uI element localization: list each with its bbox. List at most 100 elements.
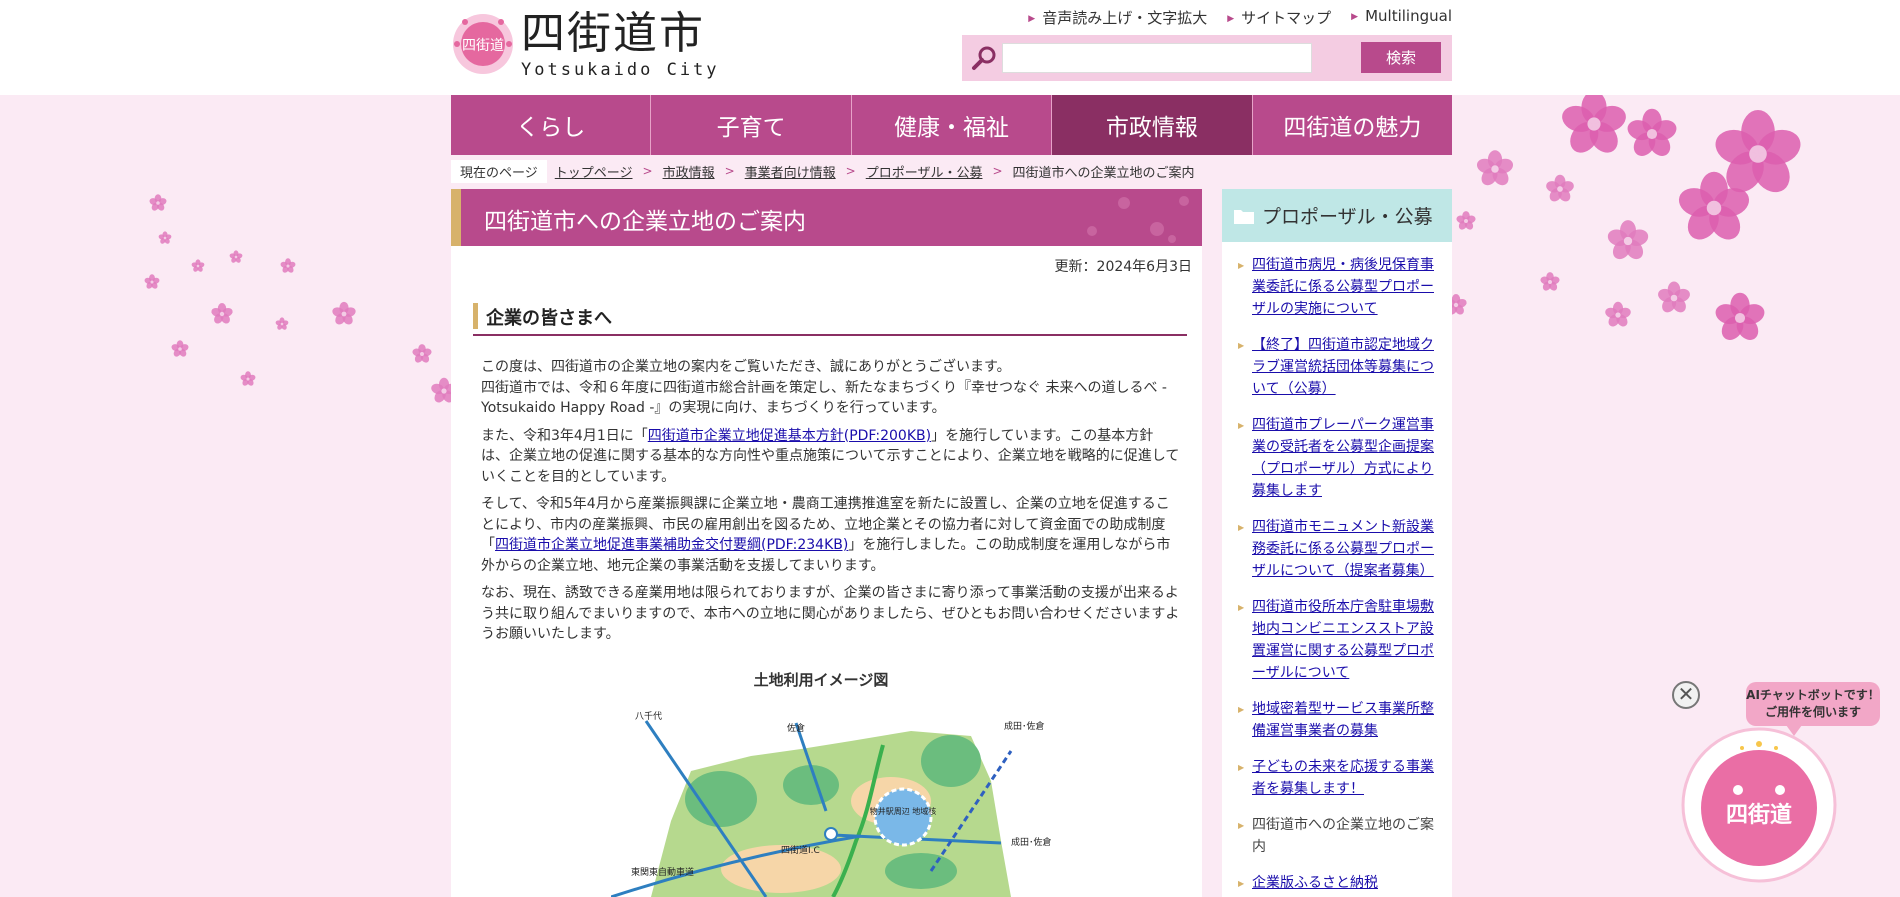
blossom-decoration	[1658, 281, 1690, 313]
breadcrumb-link-shisei[interactable]: 市政情報	[663, 162, 715, 181]
sidebar-item: 四街道市モニュメント新設業務委託に係る公募型プロポーザルについて（提案者募集）	[1238, 516, 1444, 582]
map-label-ic: 四街道I.C	[781, 844, 820, 856]
site-logo[interactable]: 四街道 四街道市 Yotsukaido City	[451, 8, 721, 83]
blossom-decoration	[1715, 292, 1765, 340]
paragraph-4: なお、現在、誘致できる産業用地は限られておりますが、企業の皆さまに寄り添って事業…	[481, 585, 1180, 642]
util-link-multilingual[interactable]: Multilingual	[1351, 7, 1452, 28]
paragraph-1: この度は、四街道市の企業立地の案内をご覧いただき、誠にありがとうございます。 四…	[481, 359, 1167, 416]
map-label-sakura: 佐倉	[787, 722, 805, 734]
search-box: 検索	[962, 35, 1452, 81]
breadcrumb: 現在のページ トップページ > 市政情報 > 事業者向け情報 > プロポーザル・…	[451, 159, 1195, 183]
chatbot-mascot-icon[interactable]: 四街道	[1680, 726, 1838, 884]
blossom-decoration	[275, 317, 289, 330]
nav-item-kosodate[interactable]: 子育て	[651, 95, 852, 155]
breadcrumb-link-jigyosha[interactable]: 事業者向け情報	[745, 162, 836, 181]
nav-item-kenko-fukushi[interactable]: 健康・福祉	[851, 95, 1053, 155]
blossom-decoration	[191, 259, 205, 272]
sidebar-current-page: 四街道市への企業立地のご案内	[1252, 817, 1434, 855]
city-emblem-icon: 四街道	[453, 14, 513, 74]
search-button[interactable]: 検索	[1361, 42, 1441, 73]
nav-item-kurashi[interactable]: くらし	[451, 95, 652, 155]
sidebar-link-monument[interactable]: 四街道市モニュメント新設業務委託に係る公募型プロポーザルについて（提案者募集）	[1252, 519, 1434, 579]
breadcrumb-separator-icon: >	[845, 164, 856, 178]
blossom-decoration	[1607, 220, 1649, 260]
sidebar-heading: プロポーザル・公募	[1222, 189, 1452, 242]
blossom-decoration	[332, 301, 356, 325]
sidebar-item: 企業版ふるさと納税	[1238, 872, 1444, 895]
title-flower-decoration	[1087, 196, 1189, 243]
main-content: 四街道市への企業立地のご案内 更新：2024年6月3日 企業の皆さまへ この度は…	[451, 189, 1202, 897]
map-label-expressway: 東関東自動車道	[631, 866, 694, 878]
breadcrumb-separator-icon: >	[642, 164, 653, 178]
blossom-decoration	[1562, 95, 1626, 153]
blossom-decoration	[280, 258, 296, 273]
utility-links: 音声読み上げ・文字拡大 サイトマップ Multilingual	[1028, 7, 1452, 28]
pdf-link-subsidy[interactable]: 四街道市企業立地促進事業補助金交付要綱(PDF:234KB)	[495, 537, 848, 553]
blossom-decoration	[1715, 110, 1801, 193]
blossom-decoration	[412, 344, 432, 363]
map-label-narita-right: 成田･佐倉	[1011, 836, 1051, 848]
nav-item-shisei-joho[interactable]: 市政情報	[1052, 95, 1253, 155]
folder-icon	[1234, 209, 1254, 224]
search-input[interactable]	[1002, 43, 1312, 73]
util-link-sitemap[interactable]: サイトマップ	[1227, 7, 1331, 28]
sidebar-link-playpark[interactable]: 四街道市プレーパーク運営事業の受託者を公募型企画提案（プロポーザル）方式により募…	[1252, 417, 1434, 499]
blossom-decoration	[1678, 171, 1750, 240]
sidebar-link-chiiki-service[interactable]: 地域密着型サービス事業所整備運営事業者の募集	[1252, 701, 1434, 739]
sidebar-link-kodomo[interactable]: 子どもの未来を応援する事業者を募集します！	[1252, 759, 1434, 797]
map-label-ekimae: 物井駅周辺 地域核	[870, 806, 937, 816]
blossom-decoration	[240, 371, 256, 386]
blossom-decoration	[1476, 150, 1514, 186]
paragraph-2: また、令和3年4月1日に「四街道市企業立地促進基本方針(PDF:200KB)」を…	[481, 427, 1180, 485]
breadcrumb-link-top[interactable]: トップページ	[555, 162, 633, 181]
logo-title: 四街道市	[521, 8, 705, 59]
updated-date: 更新：2024年6月3日	[1054, 259, 1192, 275]
header-band	[0, 0, 1900, 95]
sidebar-item: 四街道市プレーパーク運営事業の受託者を公募型企画提案（プロポーザル）方式により募…	[1238, 414, 1444, 502]
chatbot-bubble[interactable]: AIチャットボットです！ ご用件を伺います	[1746, 682, 1880, 736]
sidebar-item: 【終了】四街道市認定地域クラブ運営統括団体等募集について（公募）	[1238, 334, 1444, 400]
svg-text:四街道: 四街道	[1726, 802, 1792, 828]
chatbot-line-2: ご用件を伺います	[1764, 705, 1861, 719]
blossom-decoration	[149, 194, 167, 211]
sidebar-link-furusato[interactable]: 企業版ふるさと納税	[1252, 875, 1378, 891]
sidebar-item: 四街道市役所本庁舎駐車場敷地内コンビニエンスストア設置運営に関する公募型プロポー…	[1238, 596, 1444, 684]
sidebar-item: 地域密着型サービス事業所整備運営事業者の募集	[1238, 698, 1444, 742]
page-title-bar: 四街道市への企業立地のご案内	[451, 189, 1202, 246]
body-text: この度は、四街道市の企業立地の案内をご覧いただき、誠にありがとうございます。 四…	[481, 357, 1181, 652]
sidebar-item: 四街道市病児・病後児保育事業委託に係る公募型プロポーザルの実施について	[1238, 254, 1444, 320]
util-link-voice[interactable]: 音声読み上げ・文字拡大	[1028, 7, 1207, 28]
nav-item-miryoku[interactable]: 四街道の魅力	[1252, 95, 1453, 155]
breadcrumb-link-proposal[interactable]: プロポーザル・公募	[866, 162, 983, 181]
section-heading-text: 企業の皆さまへ	[486, 308, 612, 329]
blossom-decoration	[229, 250, 243, 263]
blossom-decoration	[1540, 272, 1560, 291]
breadcrumb-current: 四街道市への企業立地のご案内	[1012, 165, 1195, 181]
blossom-decoration	[1546, 174, 1574, 202]
blossom-decoration	[171, 340, 189, 357]
chatbot-close-button[interactable]: ✕	[1672, 681, 1700, 709]
sidebar-link-byoji[interactable]: 四街道市病児・病後児保育事業委託に係る公募型プロポーザルの実施について	[1252, 257, 1434, 317]
blossom-decoration	[211, 303, 233, 324]
svg-text:四街道: 四街道	[462, 38, 504, 54]
map-label-yachiyo: 八千代	[635, 711, 662, 722]
sidebar-link-konbini[interactable]: 四街道市役所本庁舎駐車場敷地内コンビニエンスストア設置運営に関する公募型プロポー…	[1252, 599, 1434, 681]
blossom-decoration	[158, 231, 172, 244]
chatbot-line-1: AIチャットボットです！	[1746, 688, 1880, 702]
breadcrumb-separator-icon: >	[724, 164, 735, 178]
map-title: 土地利用イメージ図	[753, 671, 889, 689]
sidebar-item-current: 四街道市への企業立地のご案内	[1238, 814, 1444, 858]
blossom-decoration	[1456, 211, 1476, 230]
paragraph-3: そして、令和5年4月から産業振興課に企業立地・農商工連携推進室を新たに設置し、企…	[481, 496, 1171, 574]
land-use-map: 物井駅周辺 地域核 八千代 佐倉 成田･佐倉 成田･佐倉 四街道I.C 東関東自…	[611, 711, 1051, 897]
section-heading: 企業の皆さまへ	[473, 303, 1187, 336]
global-nav: くらし 子育て 健康・福祉 市政情報 四街道の魅力	[451, 95, 1453, 155]
breadcrumb-separator-icon: >	[992, 164, 1003, 178]
map-label-narita-top: 成田･佐倉	[1004, 720, 1045, 732]
blossom-decoration	[1605, 301, 1631, 327]
blossom-decoration	[1627, 108, 1677, 156]
search-icon	[972, 46, 996, 70]
logo-subtitle: Yotsukaido City	[521, 60, 720, 80]
sidebar-link-chiiki-club[interactable]: 【終了】四街道市認定地域クラブ運営統括団体等募集について（公募）	[1252, 337, 1434, 397]
pdf-link-basic-policy[interactable]: 四街道市企業立地促進基本方針(PDF:200KB)	[648, 428, 931, 444]
